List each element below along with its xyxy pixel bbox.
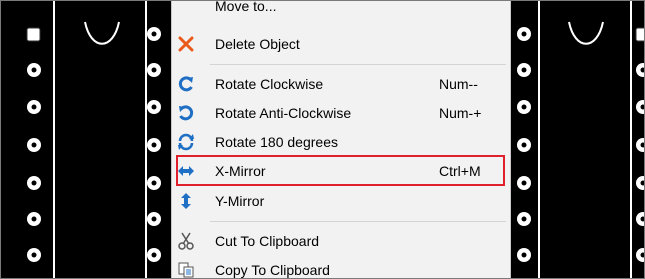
menu-item-rotate-clockwise[interactable]: Rotate Clockwise Num-- bbox=[172, 69, 510, 99]
scissors-icon bbox=[176, 231, 196, 251]
copy-icon bbox=[176, 260, 196, 278]
editor-window: Move to... Delete Object Rotate Clockwis… bbox=[0, 0, 645, 279]
ic-outline-right bbox=[538, 1, 632, 278]
pad-square bbox=[26, 27, 41, 42]
menu-separator bbox=[210, 64, 506, 65]
menu-item-label: Move to... bbox=[215, 1, 277, 14]
y-mirror-icon bbox=[176, 191, 196, 211]
menu-item-move-to[interactable]: Move to... bbox=[172, 1, 510, 21]
menu-item-copy[interactable]: Copy To Clipboard bbox=[172, 255, 510, 278]
menu-item-label: Rotate Anti-Clockwise bbox=[215, 105, 352, 121]
menu-item-rotate-180[interactable]: Rotate 180 degrees bbox=[172, 127, 510, 157]
pad-square bbox=[635, 27, 644, 42]
menu-item-rotate-anticlockwise[interactable]: Rotate Anti-Clockwise Num-+ bbox=[172, 98, 510, 128]
menu-item-label: Copy To Clipboard bbox=[215, 262, 330, 278]
ic-notch-right bbox=[568, 21, 604, 45]
rotate-180-icon bbox=[176, 132, 196, 152]
menu-item-label: Rotate Clockwise bbox=[215, 76, 324, 92]
highlight-box bbox=[176, 155, 505, 186]
rotate-clockwise-icon bbox=[176, 74, 196, 94]
delete-x-icon bbox=[176, 34, 196, 54]
menu-item-label: Y-Mirror bbox=[215, 193, 265, 209]
menu-item-y-mirror[interactable]: Y-Mirror bbox=[172, 186, 510, 216]
menu-item-cut[interactable]: Cut To Clipboard bbox=[172, 226, 510, 256]
ic-notch-left bbox=[84, 21, 120, 45]
menu-item-shortcut: Num-+ bbox=[439, 105, 482, 121]
menu-item-delete-object[interactable]: Delete Object bbox=[172, 29, 510, 59]
rotate-anticlockwise-icon bbox=[176, 103, 196, 123]
pcb-canvas-right[interactable] bbox=[509, 1, 644, 278]
menu-item-label: Delete Object bbox=[215, 36, 300, 52]
menu-item-label: Rotate 180 degrees bbox=[215, 134, 338, 150]
menu-item-label: Cut To Clipboard bbox=[215, 233, 320, 249]
pcb-canvas-left[interactable] bbox=[1, 1, 171, 278]
menu-separator bbox=[210, 221, 506, 222]
context-menu: Move to... Delete Object Rotate Clockwis… bbox=[171, 1, 511, 278]
menu-item-shortcut: Num-- bbox=[439, 76, 478, 92]
